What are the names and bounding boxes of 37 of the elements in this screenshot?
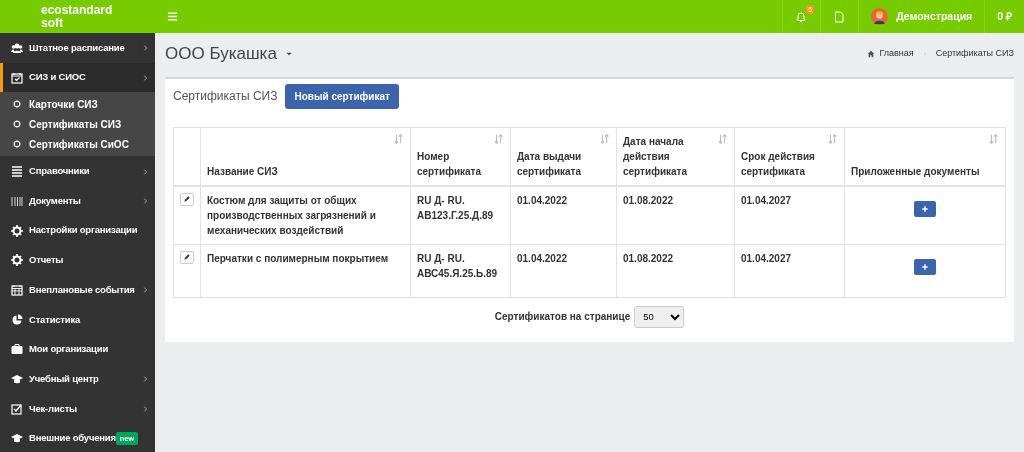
new-certificate-button[interactable]: Новый сертификат (285, 83, 399, 109)
table-cell: Перчатки с полимерным покрытием (200, 244, 411, 297)
table-cell: 01.08.2022 (616, 185, 735, 244)
page-size-label: Сертификатов на странице (494, 310, 631, 324)
sidebar-item[interactable]: Внеплановые события (0, 275, 155, 305)
table-cell: RU Д- RU. АВ123.Г.25.Д.89 (410, 185, 511, 244)
table-cell: RU Д- RU. АВС45.Я.25.Ь.89 (410, 244, 511, 297)
sidebar-item[interactable]: Штатное расписание (0, 33, 155, 63)
organization-dropdown[interactable]: ООО Букашка (165, 41, 293, 67)
panel-title: Сертификаты СИЗ (173, 88, 278, 105)
submenu-item[interactable]: Сертификаты СИЗ (0, 114, 155, 135)
table-cell: 01.04.2022 (510, 244, 617, 297)
page-size-select[interactable]: 50 (634, 305, 685, 328)
submenu-item[interactable]: Сертификаты СиОС (0, 134, 155, 155)
column-header[interactable]: Номер сертификата (410, 127, 511, 186)
sidebar-item[interactable]: СИЗ и СИОС (0, 62, 155, 93)
breadcrumb-link[interactable]: Главная (867, 47, 914, 61)
submenu-item[interactable]: Карточки СИЗ (0, 94, 155, 115)
sidebar-item[interactable]: Статистика (0, 304, 155, 335)
sidebar-item[interactable]: Учебный центр (0, 364, 155, 394)
sidebar-item[interactable]: Документы (0, 186, 155, 216)
sidebar-item[interactable]: Настройки организации (0, 215, 155, 246)
table-cell: 01.04.2027 (734, 244, 845, 297)
table-cell: Костюм для защиты от общих производственных загрязнений и механических воздействий (200, 185, 411, 244)
column-header[interactable]: Приложенные документы (844, 127, 1006, 186)
column-header[interactable]: Дата начала действия сертификата (616, 127, 735, 186)
column-header[interactable]: Название СИЗ (200, 127, 411, 186)
table-cell: 01.04.2027 (734, 185, 845, 244)
sidebar-item[interactable]: Чек-листы (0, 393, 155, 424)
table-cell: 01.08.2022 (616, 244, 735, 297)
sidebar-item[interactable]: Мои организации (0, 334, 155, 365)
sidebar-item[interactable]: Отчеты (0, 245, 155, 276)
column-header[interactable]: Дата выдачи сертификата (510, 127, 617, 186)
table-cell: 01.04.2022 (510, 185, 617, 244)
breadcrumb-link[interactable]: Сертификаты СИЗ (935, 47, 1014, 61)
sidebar-item[interactable]: Справочники (0, 156, 155, 187)
column-header[interactable]: Срок действия сертификата (734, 127, 845, 186)
